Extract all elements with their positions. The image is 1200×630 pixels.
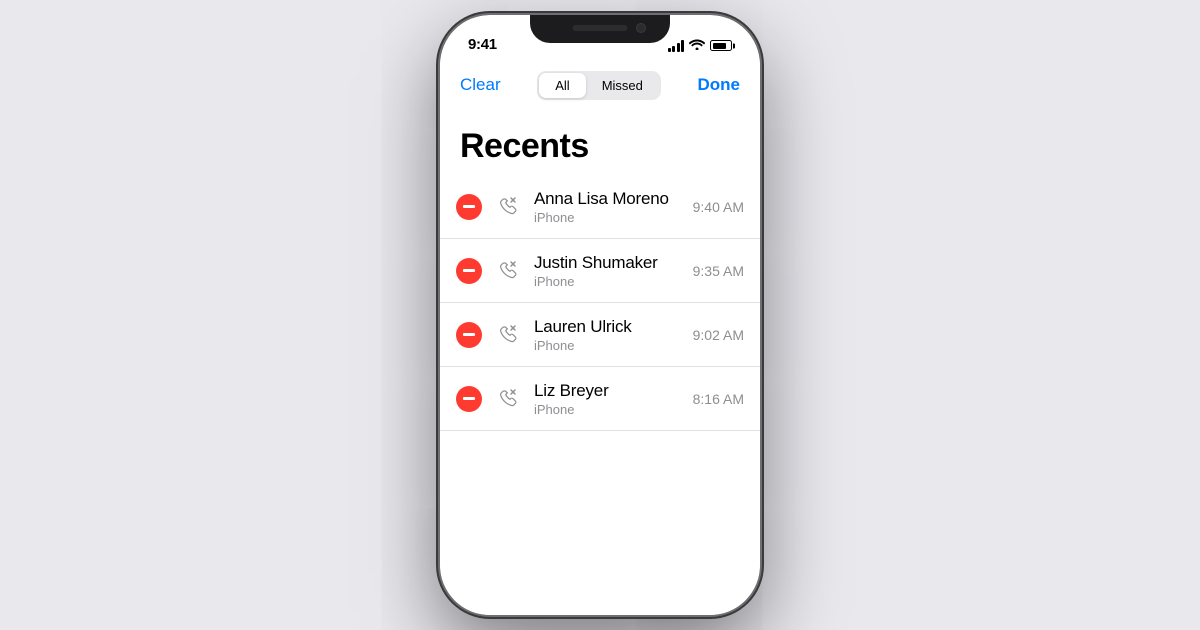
call-name: Justin Shumaker	[534, 253, 683, 273]
page-title: Recents	[460, 127, 740, 166]
call-time: 8:16 AM	[693, 391, 744, 407]
status-time: 9:41	[468, 36, 497, 53]
page-title-section: Recents	[440, 111, 760, 174]
segment-all-button[interactable]: All	[539, 73, 585, 98]
segment-missed-button[interactable]: Missed	[586, 73, 659, 98]
call-type: iPhone	[534, 402, 683, 417]
delete-button[interactable]	[456, 386, 482, 412]
call-row[interactable]: Justin Shumaker iPhone 9:35 AM	[440, 239, 760, 303]
done-button[interactable]: Done	[697, 75, 740, 95]
call-info: Lauren Ulrick iPhone	[534, 317, 683, 353]
call-icon	[492, 383, 524, 415]
phone-screen: 9:41	[440, 15, 760, 615]
speaker	[573, 25, 628, 31]
call-time: 9:02 AM	[693, 327, 744, 343]
phone-device: 9:41	[440, 15, 760, 615]
segment-control: All Missed	[537, 71, 661, 100]
clear-button[interactable]: Clear	[460, 75, 501, 95]
call-info: Justin Shumaker iPhone	[534, 253, 683, 289]
signal-bars-icon	[668, 40, 685, 52]
phone-frame: 9:41	[440, 15, 760, 615]
call-icon	[492, 319, 524, 351]
call-icon	[492, 191, 524, 223]
call-type: iPhone	[534, 274, 683, 289]
call-name: Liz Breyer	[534, 381, 683, 401]
call-info: Anna Lisa Moreno iPhone	[534, 189, 683, 225]
call-icon	[492, 255, 524, 287]
call-name: Lauren Ulrick	[534, 317, 683, 337]
delete-button[interactable]	[456, 258, 482, 284]
battery-icon	[710, 40, 732, 51]
call-name: Anna Lisa Moreno	[534, 189, 683, 209]
delete-button[interactable]	[456, 322, 482, 348]
camera	[636, 23, 646, 33]
call-type: iPhone	[534, 210, 683, 225]
call-info: Liz Breyer iPhone	[534, 381, 683, 417]
delete-button[interactable]	[456, 194, 482, 220]
notch	[530, 15, 670, 43]
call-time: 9:35 AM	[693, 263, 744, 279]
call-row[interactable]: Liz Breyer iPhone 8:16 AM	[440, 367, 760, 431]
call-row[interactable]: Lauren Ulrick iPhone 9:02 AM	[440, 303, 760, 367]
status-icons	[668, 38, 733, 53]
wifi-icon	[689, 38, 705, 53]
call-row[interactable]: Anna Lisa Moreno iPhone 9:40 AM	[440, 175, 760, 239]
nav-bar: Clear All Missed Done	[440, 59, 760, 111]
call-list: Anna Lisa Moreno iPhone 9:40 AM	[440, 175, 760, 615]
call-time: 9:40 AM	[693, 199, 744, 215]
call-type: iPhone	[534, 338, 683, 353]
